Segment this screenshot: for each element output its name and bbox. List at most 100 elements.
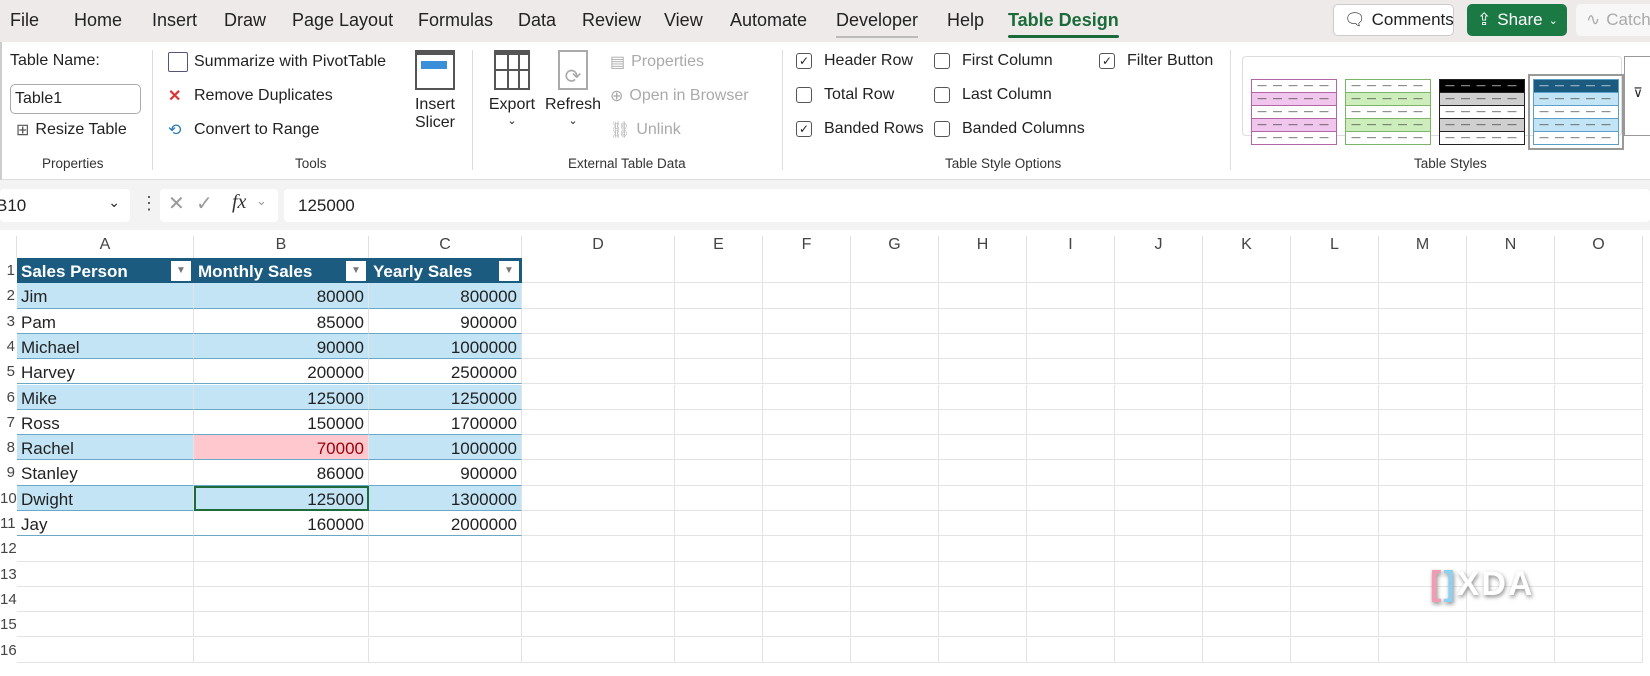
cell[interactable]: [1555, 384, 1643, 410]
row-header-9[interactable]: 9: [0, 464, 17, 489]
cell[interactable]: [1115, 561, 1203, 587]
table-cell[interactable]: 125000: [194, 384, 369, 410]
cell[interactable]: [851, 460, 939, 486]
cell[interactable]: [1379, 333, 1467, 360]
cell[interactable]: [1467, 333, 1555, 360]
cell[interactable]: [939, 308, 1027, 334]
filter-dropdown-icon[interactable]: ▼: [346, 261, 366, 281]
cell[interactable]: [1555, 435, 1643, 461]
cell[interactable]: [1115, 485, 1203, 511]
cell[interactable]: [939, 536, 1027, 562]
column-header-f[interactable]: F: [763, 236, 851, 258]
cell[interactable]: [522, 308, 675, 334]
cell[interactable]: [1379, 308, 1467, 334]
tab-draw[interactable]: Draw: [224, 10, 266, 31]
properties-button[interactable]: ▤ Properties: [610, 52, 704, 72]
cell[interactable]: [17, 612, 194, 638]
cell[interactable]: [1203, 586, 1291, 613]
cell[interactable]: [17, 637, 194, 663]
cell[interactable]: [194, 637, 369, 663]
tab-file[interactable]: File: [10, 10, 39, 31]
cell[interactable]: [1379, 384, 1467, 410]
cell[interactable]: [851, 536, 939, 562]
cell[interactable]: [1203, 384, 1291, 410]
cell[interactable]: [1291, 460, 1379, 486]
table-style-swatch[interactable]: — — — — — — — — — — — — — — — — — — — — — — …: [1251, 79, 1337, 145]
cell[interactable]: [939, 258, 1027, 284]
row-header-5[interactable]: 5: [0, 363, 17, 388]
cell[interactable]: [851, 561, 939, 587]
cell[interactable]: [17, 561, 194, 587]
remove-duplicates-button[interactable]: ✕ Remove Duplicates: [168, 86, 333, 106]
cell[interactable]: [1203, 283, 1291, 309]
cell[interactable]: [1467, 485, 1555, 511]
column-header-g[interactable]: G: [851, 236, 939, 258]
table-cell[interactable]: Michael: [17, 333, 194, 360]
cell[interactable]: [939, 384, 1027, 410]
tab-formulas[interactable]: Formulas: [418, 10, 493, 31]
cell[interactable]: [675, 460, 763, 486]
open-in-browser-button[interactable]: ⊕ Open in Browser: [610, 86, 749, 106]
cell[interactable]: [1555, 536, 1643, 562]
cell[interactable]: [1027, 359, 1115, 385]
cell[interactable]: [1291, 637, 1379, 663]
column-header-c[interactable]: C: [369, 236, 522, 258]
cell[interactable]: [522, 536, 675, 562]
cell[interactable]: [1555, 409, 1643, 436]
column-header-o[interactable]: O: [1555, 236, 1643, 258]
cell[interactable]: [1467, 384, 1555, 410]
cell[interactable]: [1291, 333, 1379, 360]
row-header-10[interactable]: 10: [0, 490, 17, 515]
cell[interactable]: [1027, 561, 1115, 587]
cell[interactable]: [675, 586, 763, 613]
cell[interactable]: [675, 536, 763, 562]
tab-automate[interactable]: Automate: [730, 10, 807, 31]
table-cell[interactable]: 900000: [369, 460, 522, 486]
table-cell[interactable]: 2000000: [369, 511, 522, 537]
cell[interactable]: [939, 637, 1027, 663]
cell[interactable]: [1115, 333, 1203, 360]
table-header-cell[interactable]: Sales Person ▼: [17, 258, 194, 284]
cell[interactable]: [17, 586, 194, 613]
cell[interactable]: [763, 333, 851, 360]
cell[interactable]: [851, 384, 939, 410]
cell[interactable]: [1203, 308, 1291, 334]
cell[interactable]: [522, 258, 675, 284]
tab-review[interactable]: Review: [582, 10, 641, 31]
cell[interactable]: [763, 283, 851, 309]
table-cell[interactable]: 160000: [194, 511, 369, 537]
cell[interactable]: [1379, 536, 1467, 562]
table-cell[interactable]: 86000: [194, 460, 369, 486]
checkbox-banded-rows[interactable]: ✓ Banded Rows: [796, 120, 924, 138]
cell[interactable]: [675, 511, 763, 537]
cell[interactable]: [1291, 409, 1379, 436]
cell[interactable]: [1115, 460, 1203, 486]
cell[interactable]: [1467, 511, 1555, 537]
select-all-button[interactable]: [0, 236, 17, 258]
cell[interactable]: [1467, 460, 1555, 486]
cell[interactable]: [1027, 612, 1115, 638]
checkbox-total-row[interactable]: Total Row: [796, 86, 894, 104]
cell[interactable]: [1555, 586, 1643, 613]
cell[interactable]: [763, 258, 851, 284]
row-header-8[interactable]: 8: [0, 439, 17, 464]
cell[interactable]: [1379, 511, 1467, 537]
gallery-more-button[interactable]: ⊽: [1624, 56, 1650, 136]
cell[interactable]: [1115, 359, 1203, 385]
cell[interactable]: [851, 283, 939, 309]
table-cell[interactable]: Mike: [17, 384, 194, 410]
cell[interactable]: [1291, 536, 1379, 562]
column-header-i[interactable]: I: [1027, 236, 1115, 258]
table-cell[interactable]: 80000: [194, 283, 369, 309]
cell[interactable]: [1027, 384, 1115, 410]
cell[interactable]: [1203, 485, 1291, 511]
cell[interactable]: [1027, 435, 1115, 461]
tab-insert[interactable]: Insert: [152, 10, 197, 31]
column-header-k[interactable]: K: [1203, 236, 1291, 258]
cell[interactable]: [522, 409, 675, 436]
row-header-3[interactable]: 3: [0, 313, 17, 338]
cell[interactable]: [939, 511, 1027, 537]
table-name-input[interactable]: Table1: [10, 84, 141, 114]
cell[interactable]: [939, 283, 1027, 309]
cell[interactable]: [1203, 637, 1291, 663]
